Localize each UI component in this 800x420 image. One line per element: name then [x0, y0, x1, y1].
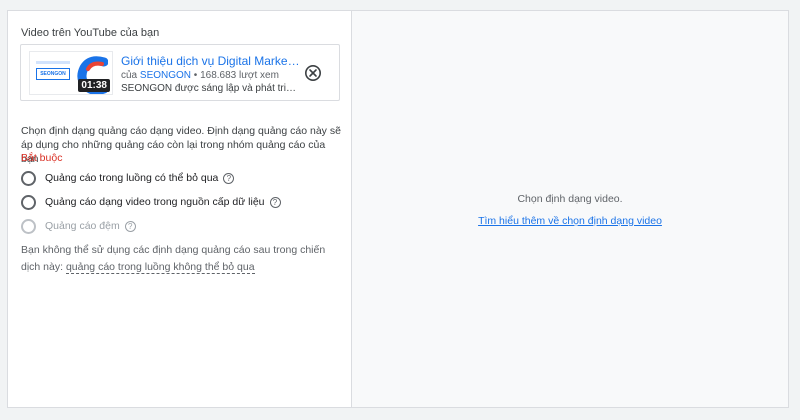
preview-message: Chọn định dạng video.	[517, 193, 623, 205]
video-meta: của SEONGON • 168.683 lượt xem	[121, 70, 301, 81]
video-section-title: Video trên YouTube của bạn	[21, 27, 160, 39]
format-option-skippable[interactable]: Quảng cáo trong luồng có thể bỏ qua ?	[21, 169, 235, 187]
preview-link-row: Tìm hiểu thêm về chọn định dạng video	[352, 215, 788, 227]
help-circle-icon[interactable]: ?	[223, 172, 235, 184]
radio-button-disabled	[21, 218, 36, 234]
video-view-count: • 168.683 lượt xem	[191, 70, 279, 81]
help-circle-icon[interactable]: ?	[124, 220, 136, 232]
format-config-panel: Video trên YouTube của bạn SEONGON 01:38…	[8, 11, 352, 407]
format-option-label: Quảng cáo dạng video trong nguồn cấp dữ …	[45, 196, 265, 208]
video-title-link[interactable]: Giới thiệu dịch vụ Digital Marketi...	[121, 54, 301, 68]
unavailable-formats-note: Bạn không thể sử dụng các định dạng quản…	[21, 242, 343, 276]
video-meta-prefix: của	[121, 70, 140, 81]
unavailable-format-link[interactable]: quảng cáo trong luồng không thể bỏ qua	[65, 261, 255, 274]
learn-more-link[interactable]: Tìm hiểu thêm về chọn định dạng video	[478, 215, 662, 227]
ad-format-card: Video trên YouTube của bạn SEONGON 01:38…	[7, 10, 789, 408]
video-duration-badge: 01:38	[78, 79, 110, 92]
thumbnail-brand-label: SEONGON	[36, 68, 70, 80]
video-thumbnail[interactable]: SEONGON 01:38	[29, 51, 113, 95]
format-option-label: Quảng cáo đệm	[45, 220, 120, 232]
channel-link[interactable]: SEONGON	[140, 70, 191, 81]
close-circle-icon[interactable]	[304, 64, 322, 82]
format-option-in-feed[interactable]: Quảng cáo dạng video trong nguồn cấp dữ …	[21, 193, 281, 211]
required-label: Bắt buộc	[21, 152, 63, 164]
radio-button[interactable]	[21, 170, 36, 186]
thumbnail-text-bar	[36, 61, 70, 64]
radio-button[interactable]	[21, 194, 36, 210]
selected-video-card: SEONGON 01:38 Giới thiệu dịch vụ Digital…	[20, 44, 340, 101]
format-option-bumper: Quảng cáo đệm ?	[21, 217, 136, 235]
format-option-label: Quảng cáo trong luồng có thể bỏ qua	[45, 172, 219, 184]
video-description: SEONGON được sáng lập và phát triển b...	[121, 83, 301, 94]
format-description: Chọn định dạng quảng cáo dạng video. Địn…	[21, 125, 341, 165]
help-circle-icon[interactable]: ?	[269, 196, 281, 208]
format-preview-panel: Chọn định dạng video. Tìm hiểu thêm về c…	[352, 11, 788, 407]
